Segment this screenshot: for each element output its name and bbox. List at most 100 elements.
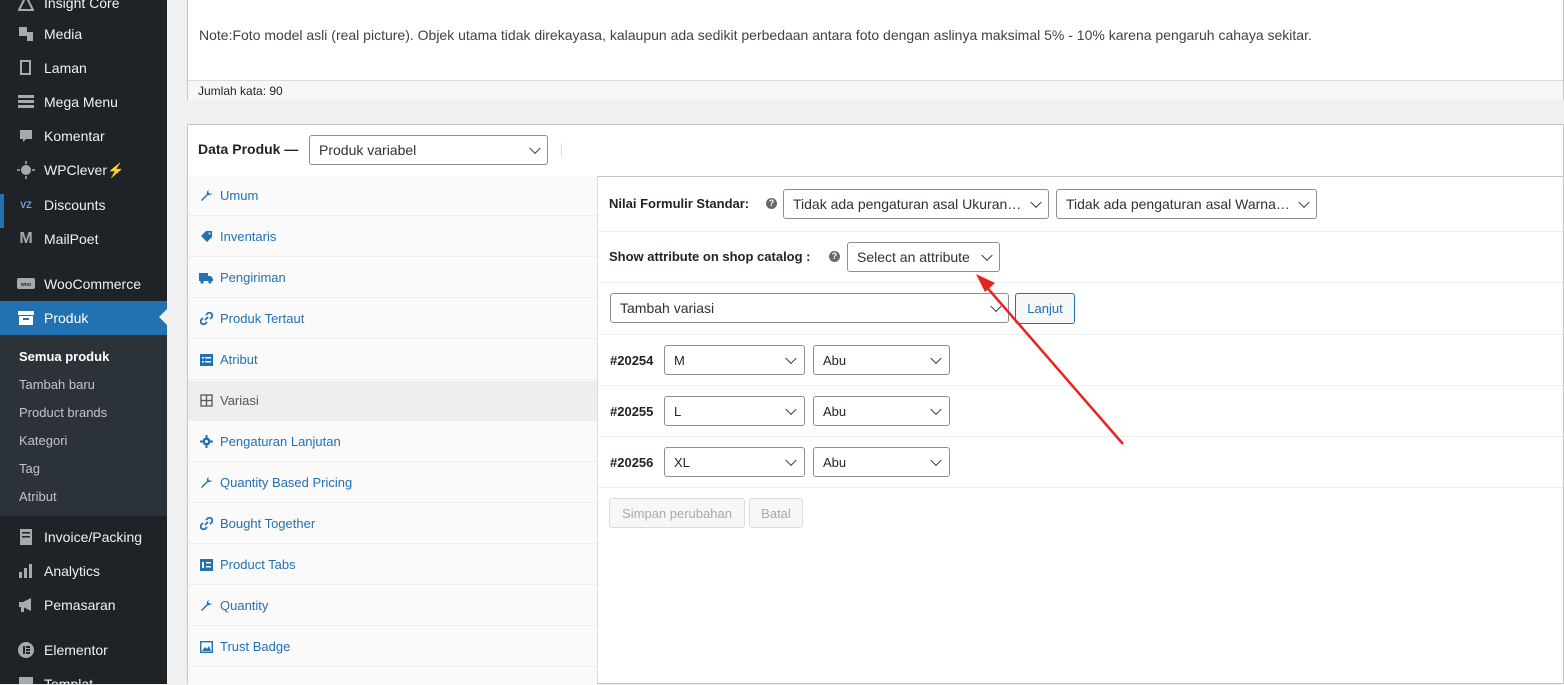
variation-id: #20254 bbox=[610, 353, 654, 368]
media-icon bbox=[16, 24, 36, 44]
sidebar-item-produk[interactable]: Produk bbox=[0, 301, 167, 335]
tabs-icon bbox=[199, 558, 213, 572]
tab-bought-together[interactable]: Bought Together bbox=[188, 504, 597, 544]
help-icon[interactable]: ? bbox=[829, 251, 840, 262]
elementor-icon bbox=[16, 640, 36, 660]
tab-produk-tertaut[interactable]: Produk Tertaut bbox=[188, 299, 597, 339]
sidebar-item-media[interactable]: Media bbox=[0, 17, 167, 51]
default-form-row: Nilai Formulir Standar: ? Tidak ada peng… bbox=[598, 176, 1563, 232]
add-variation-value: Tambah variasi bbox=[620, 300, 715, 316]
chevron-down-icon bbox=[1030, 196, 1042, 209]
sidebar-item-templat[interactable]: Templat bbox=[0, 667, 167, 684]
sidebar-item-label: Pemasaran bbox=[44, 597, 116, 613]
sidebar-item-woocommerce[interactable]: woo WooCommerce bbox=[0, 267, 167, 301]
variation-size-select[interactable]: M bbox=[664, 345, 805, 375]
sidebar-item-laman[interactable]: Laman bbox=[0, 51, 167, 85]
sidebar-item-label: Mega Menu bbox=[44, 94, 118, 110]
sidebar-item-analytics[interactable]: Analytics bbox=[0, 554, 167, 588]
image-icon bbox=[199, 640, 213, 654]
submenu-tambah-baru[interactable]: Tambah baru bbox=[19, 377, 95, 392]
tab-quantity[interactable]: Quantity bbox=[188, 586, 597, 626]
variation-size-select[interactable]: XL bbox=[664, 447, 805, 477]
tab-quantity-based-pricing[interactable]: Quantity Based Pricing bbox=[188, 463, 597, 503]
default-color-select[interactable]: Tidak ada pengaturan asal Warna… bbox=[1056, 189, 1317, 219]
chevron-down-icon bbox=[930, 352, 942, 365]
tag-icon bbox=[199, 230, 213, 244]
tab-variasi[interactable]: Variasi bbox=[188, 381, 597, 421]
product-type-select[interactable]: Produk variabel bbox=[309, 135, 548, 165]
help-icon[interactable]: ? bbox=[766, 198, 777, 209]
catalog-attribute-row: Show attribute on shop catalog : ? Selec… bbox=[598, 232, 1563, 283]
chevron-down-icon bbox=[529, 142, 541, 155]
catalog-attribute-select[interactable]: Select an attribute bbox=[847, 242, 1000, 272]
tab-label: Quantity Based Pricing bbox=[220, 475, 353, 490]
menu-icon bbox=[16, 92, 36, 112]
product-icon bbox=[16, 308, 36, 328]
woocommerce-icon: woo bbox=[16, 274, 36, 294]
description-text: Note:Foto model asli (real picture). Obj… bbox=[199, 27, 1312, 43]
sidebar-item-pemasaran[interactable]: Pemasaran bbox=[0, 588, 167, 622]
go-button[interactable]: Lanjut bbox=[1015, 293, 1075, 324]
variation-color-select[interactable]: Abu bbox=[813, 447, 950, 477]
sidebar-item-label: Invoice/Packing bbox=[44, 529, 143, 545]
analytics-icon bbox=[16, 561, 36, 581]
sidebar-item-label: Media bbox=[44, 26, 83, 42]
variation-row[interactable]: #20255 L Abu bbox=[598, 386, 1563, 437]
variation-size-value: M bbox=[674, 352, 685, 368]
submenu-semua-produk[interactable]: Semua produk bbox=[19, 349, 109, 364]
variation-row[interactable]: #20254 M Abu bbox=[598, 335, 1563, 386]
grid-icon bbox=[199, 394, 213, 408]
sidebar-item-label: Insight Core bbox=[44, 0, 120, 11]
sidebar-item-label: MailPoet bbox=[44, 231, 99, 247]
tab-label: Inventaris bbox=[220, 229, 277, 244]
tab-pengiriman[interactable]: Pengiriman bbox=[188, 258, 597, 298]
save-changes-button[interactable]: Simpan perubahan bbox=[609, 498, 745, 528]
add-variation-row: Tambah variasi Lanjut bbox=[598, 283, 1563, 335]
tab-label: Umum bbox=[220, 188, 259, 203]
tab-atribut[interactable]: Atribut bbox=[188, 340, 597, 380]
tab-product-tabs[interactable]: Product Tabs bbox=[188, 545, 597, 585]
chevron-down-icon bbox=[1298, 196, 1310, 209]
submenu-kategori[interactable]: Kategori bbox=[19, 433, 67, 448]
tab-inventaris[interactable]: Inventaris bbox=[188, 217, 597, 257]
separator bbox=[0, 624, 167, 630]
tab-pengaturan-lanjutan[interactable]: Pengaturan Lanjutan bbox=[188, 422, 597, 462]
sidebar-item-invoice-packing[interactable]: Invoice/Packing bbox=[0, 520, 167, 554]
tab-trust-badge[interactable]: Trust Badge bbox=[188, 627, 597, 667]
invoice-icon bbox=[16, 527, 36, 547]
wrench-icon bbox=[199, 599, 213, 613]
chevron-down-icon bbox=[930, 403, 942, 416]
sidebar-item-komentar[interactable]: Komentar bbox=[0, 119, 167, 153]
template-icon bbox=[16, 674, 36, 684]
tab-label: Pengaturan Lanjutan bbox=[220, 434, 341, 449]
svg-text:woo: woo bbox=[20, 282, 31, 288]
sidebar-item-discounts[interactable]: VZ Discounts bbox=[0, 188, 167, 222]
variation-row[interactable]: #20256 XL Abu bbox=[598, 437, 1563, 488]
sidebar-item-elementor[interactable]: Elementor bbox=[0, 633, 167, 667]
discounts-icon: VZ bbox=[20, 200, 32, 210]
tab-label: Trust Badge bbox=[220, 639, 291, 654]
sidebar-item-mailpoet[interactable]: M MailPoet bbox=[0, 222, 167, 256]
mailpoet-icon: M bbox=[19, 230, 33, 247]
add-variation-select[interactable]: Tambah variasi bbox=[610, 293, 1009, 323]
admin-sidebar: Insight Core Media Laman Mega Menu Komen… bbox=[0, 0, 167, 684]
variation-size-select[interactable]: L bbox=[664, 396, 805, 426]
submenu-tag[interactable]: Tag bbox=[19, 461, 40, 476]
sidebar-item-wpclever[interactable]: WPClever ⚡ bbox=[0, 153, 167, 187]
product-type-value: Produk variabel bbox=[319, 142, 417, 158]
variation-color-select[interactable]: Abu bbox=[813, 345, 950, 375]
link-icon bbox=[199, 312, 213, 326]
description-editor[interactable]: Note:Foto model asli (real picture). Obj… bbox=[187, 0, 1564, 100]
default-size-select[interactable]: Tidak ada pengaturan asal Ukuran… bbox=[783, 189, 1049, 219]
sidebar-item-mega-menu[interactable]: Mega Menu bbox=[0, 85, 167, 119]
variation-color-select[interactable]: Abu bbox=[813, 396, 950, 426]
product-data-box: Data Produk — Produk variabel Umum Inven… bbox=[187, 124, 1564, 685]
product-data-tabs: Umum Inventaris Pengiriman Produk Tertau… bbox=[188, 176, 598, 685]
submenu-atribut[interactable]: Atribut bbox=[19, 489, 57, 504]
wpclever-icon bbox=[16, 160, 36, 180]
cancel-button[interactable]: Batal bbox=[749, 498, 803, 528]
variation-size-value: L bbox=[674, 403, 682, 419]
submenu-product-brands[interactable]: Product brands bbox=[19, 405, 107, 420]
page-icon bbox=[16, 58, 36, 78]
tab-umum[interactable]: Umum bbox=[188, 176, 597, 216]
